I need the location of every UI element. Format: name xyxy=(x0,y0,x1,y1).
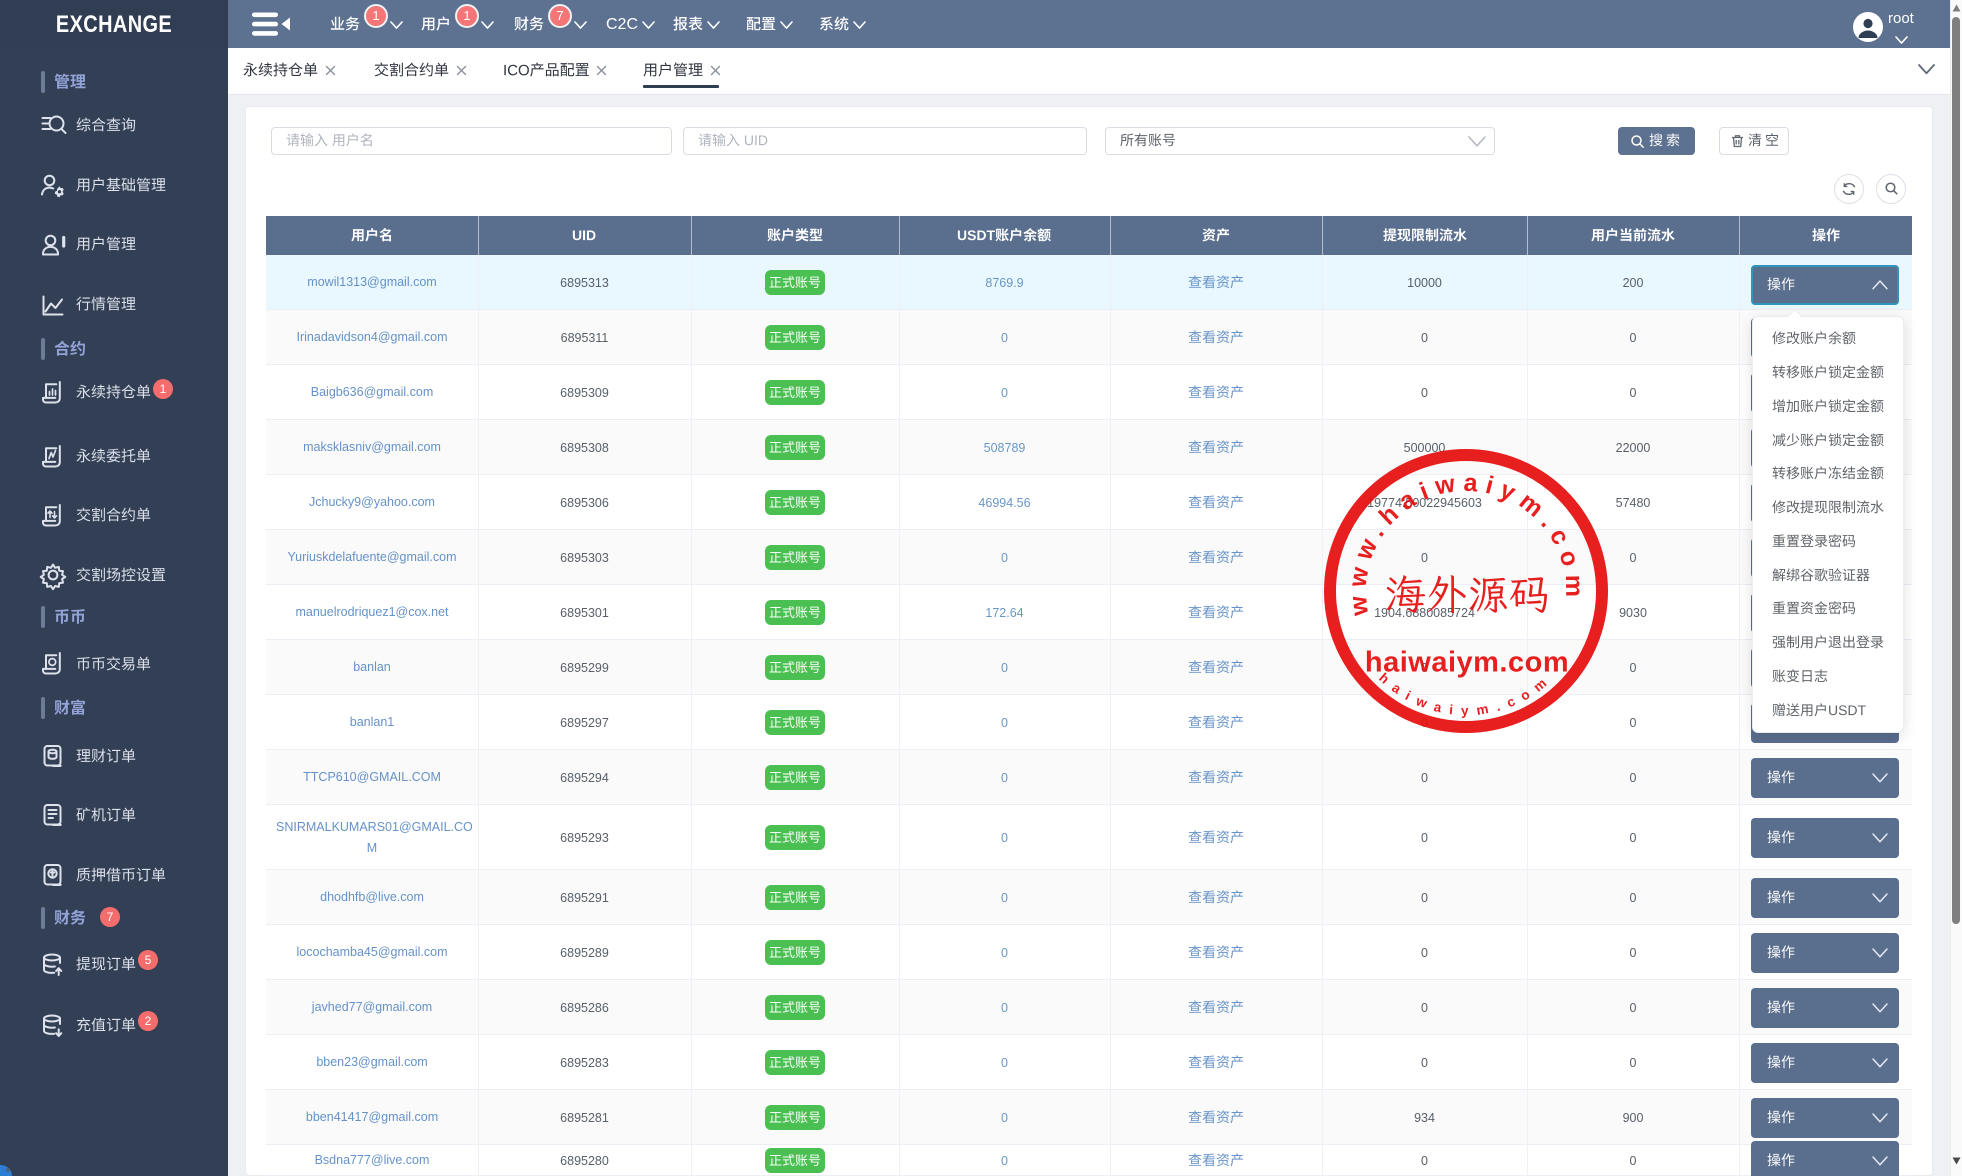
svg-text:haiwaiym.com: haiwaiym.com xyxy=(1365,647,1569,679)
